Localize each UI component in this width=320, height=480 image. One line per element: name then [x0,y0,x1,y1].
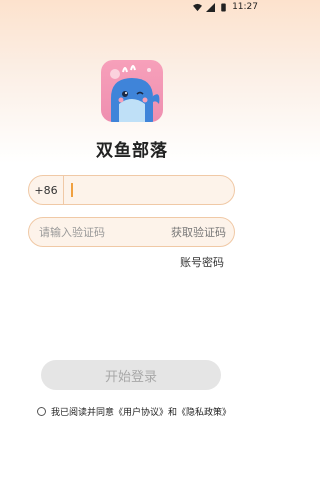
status-bar: 11:27 [0,0,264,14]
text-caret [71,183,73,197]
field-divider [63,175,64,205]
phone-field[interactable]: +86 [28,175,235,205]
wifi-icon [193,3,203,11]
status-time: 11:27 [232,2,258,12]
password-login-link[interactable]: 账号密码 [180,254,224,270]
whale-logo-icon [110,65,160,122]
signal-icon [206,2,216,12]
agreement-row: 我已阅读并同意《用户协议》和《隐私政策》 [37,405,231,418]
agreement-text[interactable]: 我已阅读并同意《用户协议》和《隐私政策》 [51,405,231,418]
app-name: 双鱼部落 [96,141,168,161]
battery-icon [221,2,226,12]
agreement-checkbox[interactable] [37,407,46,416]
start-login-button[interactable]: 开始登录 [41,360,221,390]
get-code-button[interactable]: 获取验证码 [171,224,226,240]
app-logo [101,60,163,122]
code-input[interactable]: 请输入验证码 [39,224,105,240]
verification-code-field[interactable]: 请输入验证码 获取验证码 [28,217,235,247]
country-code-selector[interactable]: +86 [29,184,63,197]
